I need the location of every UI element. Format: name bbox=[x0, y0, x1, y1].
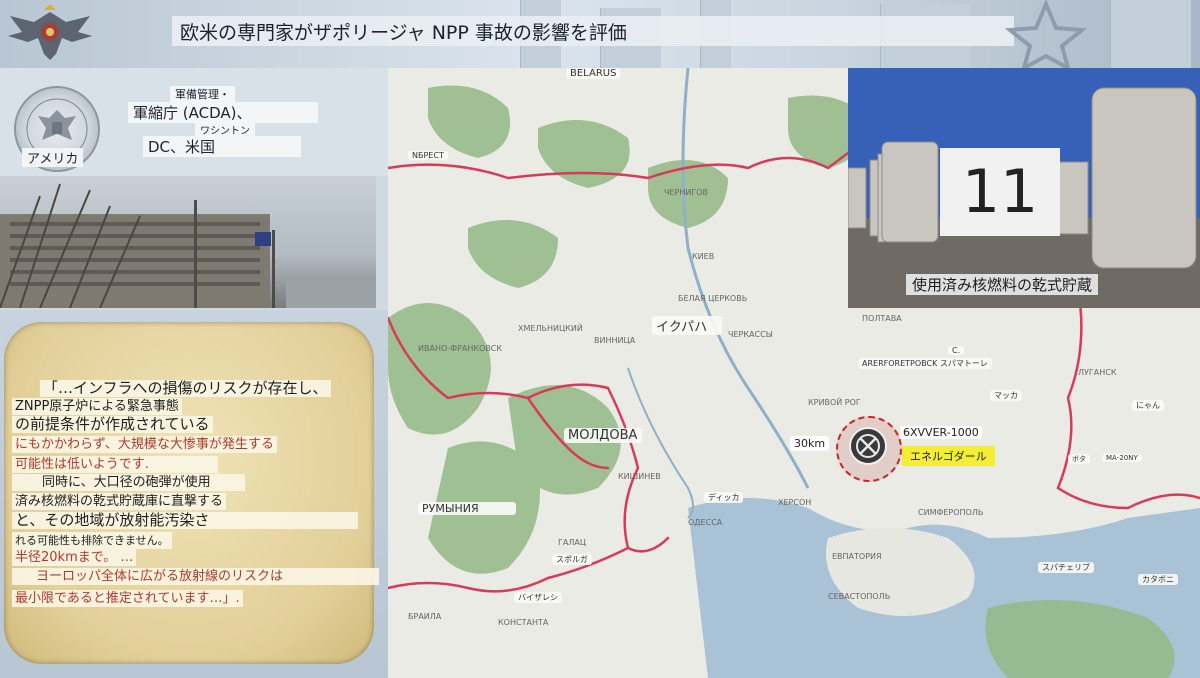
map-label-sporuga: スポルガ bbox=[552, 554, 592, 565]
map-label-ma20ny: МА-20NY bbox=[1102, 454, 1142, 462]
city-label: ЧЕРНИГОВ bbox=[664, 188, 709, 197]
quote-line: ZNPP原子炉による緊急事態 bbox=[12, 398, 182, 415]
map-label-bota: ボタ bbox=[1068, 454, 1090, 464]
city-label: БРАИЛА bbox=[408, 612, 442, 621]
dc-label: DC、米国 bbox=[143, 136, 301, 157]
city-label: ОДЕССА bbox=[688, 518, 723, 527]
map-label-dikka: ディッカ bbox=[704, 492, 744, 503]
acda-label-small: 軍備管理・ bbox=[170, 86, 235, 102]
quote-line: 済み核燃料の乾式貯蔵庫に直撃する bbox=[12, 493, 227, 510]
city-label: КОНСТАНТА bbox=[498, 618, 549, 627]
quote-line: 同時に、大口径の砲弾が使用 bbox=[12, 474, 245, 491]
quote-line: 可能性は低いようです. bbox=[12, 456, 218, 473]
city-label: КИЕВ bbox=[692, 252, 715, 261]
quote-line: 最小限であると推定されています…」. bbox=[12, 590, 243, 607]
city-label: ИВАНО-ФРАНКОВСК bbox=[418, 344, 503, 353]
city-label: ЕВПАТОРИЯ bbox=[832, 552, 882, 561]
dc-label-small: ワシントン bbox=[195, 122, 255, 137]
eagle-emblem-icon bbox=[8, 4, 92, 60]
quote-line: 「…インフラへの損傷のリスクが存在し、 bbox=[40, 380, 331, 397]
city-label: СИМФЕРОПОЛЬ bbox=[918, 508, 984, 517]
map-label-nyan: にゃん bbox=[1132, 400, 1164, 411]
map-label-baizaresu: バイザレシ bbox=[514, 592, 562, 603]
quote-line: にもかかわらず、大規模な大惨事が発生する bbox=[12, 436, 277, 453]
building-photo bbox=[0, 176, 376, 308]
quote-line: ヨーロッパ全体に広がる放射線のリスクは bbox=[12, 568, 379, 585]
map-label-arer: ARERFORETPOBCK スパマトーレ bbox=[858, 358, 992, 369]
map-label-nsrest: NБРЕСТ bbox=[408, 151, 448, 160]
map-label-romania: РУМЫНИЯ bbox=[418, 502, 516, 515]
map-label-belarus: BELARUS bbox=[566, 68, 621, 79]
city-label: СЕВАСТОПОЛЬ bbox=[828, 592, 891, 601]
city-label: ЧЕРКАССЫ bbox=[728, 330, 773, 339]
inset-caption: 使用済み核燃料の乾式貯蔵 bbox=[906, 274, 1099, 295]
slide-number: 11 bbox=[940, 148, 1060, 236]
map-label-kataboni: カタボニ bbox=[1138, 574, 1178, 585]
city-label: ХЕРСОН bbox=[778, 498, 812, 507]
map-label-c: С. bbox=[948, 346, 965, 355]
map-label-moldova: МОЛДОВА bbox=[564, 428, 642, 443]
acda-label: 軍縮庁 (ACDA)、 bbox=[128, 102, 318, 123]
quote-line: 半径20kmまで。 … bbox=[12, 549, 137, 566]
map-label-ikupaha: イクパハ bbox=[652, 316, 722, 335]
quote-line: の前提条件が作成されている bbox=[12, 416, 213, 433]
map-label-makka: マッカ bbox=[990, 390, 1022, 401]
quote-line: と、その地域が放射能汚染さ bbox=[12, 512, 358, 529]
city-label: КРИВОЙ РОГ bbox=[808, 398, 861, 407]
reactor-label: 6XVVER-1000 bbox=[900, 426, 982, 439]
america-label: アメリカ bbox=[22, 148, 84, 167]
city-label: ПОЛТАВА bbox=[862, 314, 902, 323]
city-label: ГАЛАЦ bbox=[558, 538, 587, 547]
map-label-supabasebu: スパチェリブ bbox=[1038, 562, 1094, 573]
radius-label: 30km bbox=[790, 436, 830, 451]
city-label: ЛУГАНСК bbox=[1078, 368, 1117, 377]
star-emblem-icon bbox=[1004, 0, 1088, 68]
city-label: ВИННИЦА bbox=[594, 336, 636, 345]
page-title: 欧米の専門家がザポリージャ NPP 事故の影響を評価 bbox=[180, 22, 627, 44]
city-label: КИШИНЕВ bbox=[618, 472, 661, 481]
nuclear-plant-icon[interactable] bbox=[848, 426, 888, 466]
city-label: ХМЕЛЬНИЦКИЙ bbox=[518, 324, 583, 333]
energodar-label: エネルゴダール bbox=[902, 446, 995, 466]
city-label: БЕЛАЯ ЦЕРКОВЬ bbox=[678, 294, 748, 303]
quote-line: れる可能性も排除できません。 bbox=[12, 532, 172, 549]
